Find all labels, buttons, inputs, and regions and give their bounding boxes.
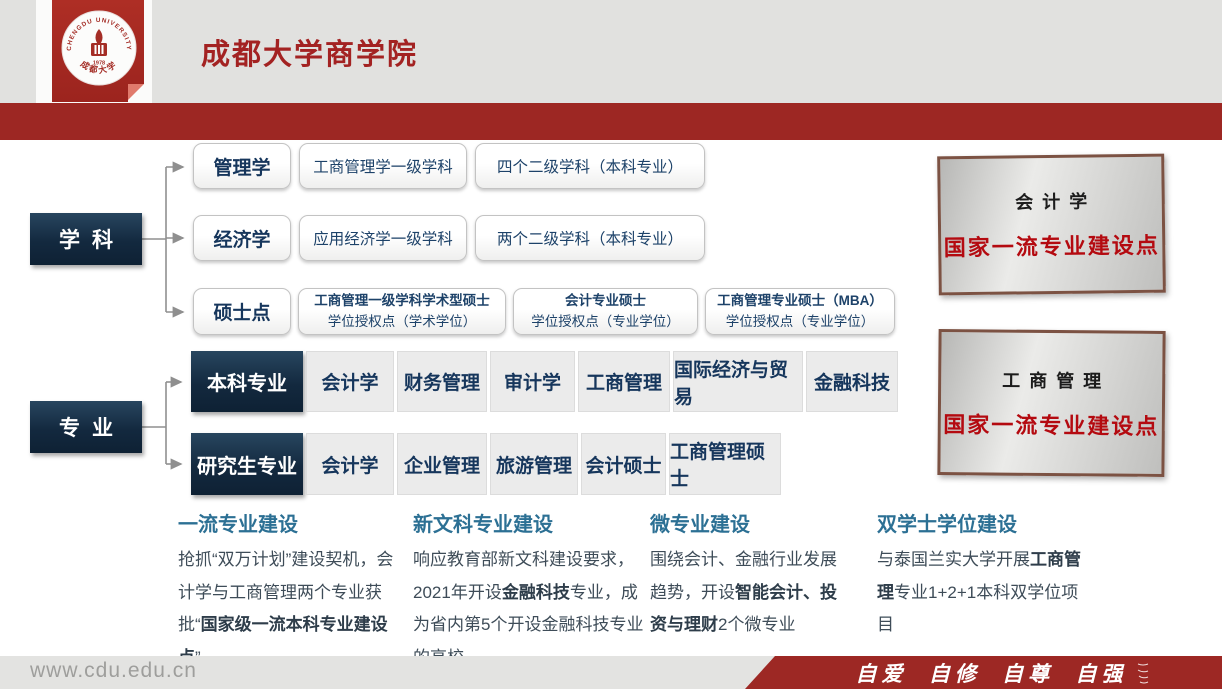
grad-enterprise-management: 企业管理 <box>397 433 487 495</box>
motto-bar: 自爱 自修 自尊 自强 <box>745 656 1222 689</box>
page-title: 成都大学商学院 <box>201 31 418 73</box>
ribbon-fold <box>128 84 144 100</box>
plaque-accounting: 会计学 国家一流专业建设点 <box>937 154 1166 296</box>
row-label-management: 管理学 <box>193 143 291 189</box>
highlight-heading: 一流专业建设 <box>178 508 410 537</box>
box-first-level-discipline: 工商管理学一级学科 <box>313 155 453 177</box>
tag-major: 专业 <box>30 401 142 453</box>
highlight-micro-major: 微专业建设 围绕会计、金融行业发展趋势，开设智能会计、投资与理财2个微专业 <box>650 508 853 642</box>
major-accounting: 会计学 <box>306 351 394 412</box>
highlight-new-liberal-arts: 新文科专业建设 响应教育部新文科建设要求，2021年开设金融科技专业，成为省内第… <box>413 508 645 675</box>
box-accounting-master: 会计专业硕士 学位授权点（专业学位） <box>513 288 698 335</box>
slide: CHENGDU UNIVERSITY 1978 成都大学 成都大学商学院 <box>0 0 1222 689</box>
row-masters: 硕士点 工商管理一级学科学术型硕士 学位授权点（学术学位） 会计专业硕士 学位授… <box>193 288 895 335</box>
university-seal-icon: CHENGDU UNIVERSITY 1978 成都大学 <box>61 10 137 86</box>
row-management: 管理学 工商管理学一级学科 四个二级学科（本科专业） <box>193 143 705 189</box>
plaque-honor: 国家一流专业建设点 <box>943 407 1159 441</box>
highlight-first-class: 一流专业建设 抢抓“双万计划”建设契机，会计学与工商管理两个专业获批“国家级一流… <box>178 508 410 675</box>
highlight-body: 响应教育部新文科建设要求，2021年开设金融科技专业，成为省内第5个开设金融科技… <box>413 544 645 675</box>
plaque-honor: 国家一流专业建设点 <box>944 228 1160 263</box>
highlight-body: 与泰国兰实大学开展工商管理专业1+2+1本科双学位项目 <box>877 544 1089 642</box>
grad-accounting-master: 会计硕士 <box>581 433 666 495</box>
website-url: www.cdu.edu.cn <box>30 659 197 683</box>
row-label-graduate: 研究生专业 <box>191 433 303 495</box>
major-financial-management: 财务管理 <box>397 351 487 412</box>
grad-accounting: 会计学 <box>306 433 394 495</box>
highlight-heading: 双学士学位建设 <box>877 508 1089 537</box>
highlight-heading: 新文科专业建设 <box>413 508 645 537</box>
grad-mba: 工商管理硕士 <box>669 433 781 495</box>
plaque-subject: 工商管理 <box>993 366 1110 393</box>
header-band <box>0 0 1222 103</box>
box-mba-master: 工商管理专业硕士（MBA） 学位授权点（专业学位） <box>705 288 895 335</box>
highlight-heading: 微专业建设 <box>650 508 853 537</box>
school-motto: 自爱 自修 自尊 自强 <box>856 658 1128 688</box>
box-applied-economics: 应用经济学一级学科 <box>313 227 453 249</box>
tag-subject: 学科 <box>30 213 142 265</box>
highlight-dual-degree: 双学士学位建设 与泰国兰实大学开展工商管理专业1+2+1本科双学位项目 <box>877 508 1089 642</box>
highlight-body: 抢抓“双万计划”建设契机，会计学与工商管理两个专业获批“国家级一流本科专业建设点… <box>178 544 410 675</box>
box-academic-master: 工商管理一级学科学术型硕士 学位授权点（学术学位） <box>298 288 506 335</box>
grad-tourism-management: 旅游管理 <box>490 433 578 495</box>
plaque-business-admin: 工商管理 国家一流专业建设点 <box>937 329 1165 477</box>
row-undergraduate: 本科专业 会计学 财务管理 审计学 工商管理 国际经济与贸易 金融科技 <box>191 351 898 412</box>
plaque-subject: 会计学 <box>1006 187 1096 214</box>
major-business-admin: 工商管理 <box>578 351 670 412</box>
highlight-body: 围绕会计、金融行业发展趋势，开设智能会计、投资与理财2个微专业 <box>650 544 853 642</box>
box-two-second-level: 两个二级学科（本科专业） <box>497 227 683 249</box>
row-label-undergraduate: 本科专业 <box>191 351 303 412</box>
major-fintech: 金融科技 <box>806 351 898 412</box>
major-auditing: 审计学 <box>490 351 575 412</box>
header-red-bar <box>0 103 1222 140</box>
row-label-masters: 硕士点 <box>193 288 291 335</box>
row-economics: 经济学 应用经济学一级学科 两个二级学科（本科专业） <box>193 215 705 261</box>
major-intl-trade: 国际经济与贸易 <box>673 351 803 412</box>
row-label-economics: 经济学 <box>193 215 291 261</box>
motto-signature-seal <box>1135 661 1151 685</box>
row-graduate: 研究生专业 会计学 企业管理 旅游管理 会计硕士 工商管理硕士 <box>191 433 781 495</box>
box-second-level-disciplines: 四个二级学科（本科专业） <box>497 155 683 177</box>
